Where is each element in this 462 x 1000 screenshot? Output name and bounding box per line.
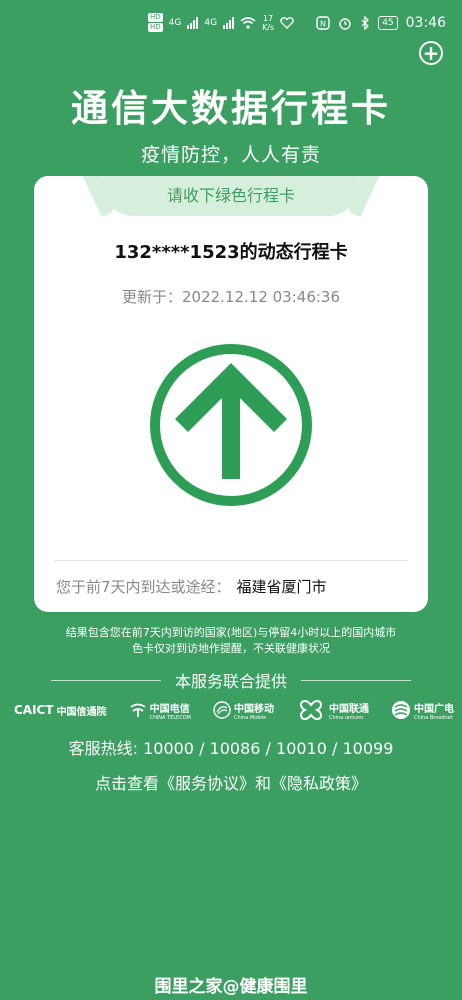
nfc-icon: N bbox=[316, 16, 330, 30]
svg-text:N: N bbox=[320, 20, 326, 29]
page-subtitle: 疫情防控，人人有责 bbox=[140, 144, 321, 166]
hd-icon: HD bbox=[148, 23, 163, 32]
bluetooth-icon bbox=[361, 16, 370, 30]
green-arrow-icon bbox=[150, 344, 312, 506]
divider bbox=[50, 679, 161, 681]
card-title: 132****1523的动态行程卡 bbox=[114, 242, 348, 263]
route-label: 您于前7天内到达或途经： bbox=[56, 578, 231, 596]
unicom-icon bbox=[299, 699, 322, 721]
china-telecom-logo: 中国电信 CHINA TELECOM bbox=[129, 700, 191, 721]
divider bbox=[54, 560, 408, 561]
plus-icon: + bbox=[422, 41, 440, 65]
china-mobile-logo: 中国移动 China Mobile bbox=[213, 700, 274, 721]
heart-icon bbox=[280, 16, 294, 29]
page-title: 通信大数据行程卡 bbox=[71, 87, 391, 130]
card-banner: 请收下绿色行程卡 bbox=[104, 176, 358, 216]
china-unicom-logo: 中国联通 China unicom bbox=[296, 699, 369, 721]
status-bar-left: HD HD 4G 4G 17 K/s bbox=[148, 13, 294, 32]
itinerary-card: 请收下绿色行程卡 132****1523的动态行程卡 更新于：2022.12.1… bbox=[34, 176, 428, 612]
update-time: 更新于：2022.12.12 03:46:36 bbox=[121, 288, 341, 306]
caict-logo: CAICT 中国信通院 bbox=[14, 703, 107, 718]
network-type: 4G bbox=[204, 17, 218, 28]
network-speed: 17 K/s bbox=[262, 13, 275, 32]
status-bar-right: N 45 03:46 bbox=[316, 15, 446, 31]
partner-logos: CAICT 中国信通院 中国电信 CHINA TELECOM 中国移动 China … bbox=[14, 696, 454, 724]
mobile-icon bbox=[213, 701, 231, 719]
status-bar: HD HD 4G 4G 17 K/s N 45 03:46 bbox=[0, 0, 462, 50]
customer-hotline: 客服热线: 10000 / 10086 / 10010 / 10099 bbox=[68, 739, 394, 758]
telecom-icon bbox=[130, 703, 146, 717]
agreement-link[interactable]: 点击查看《服务协议》和《隐私政策》 bbox=[0, 770, 462, 794]
disclaimer: 结果包含您在前7天内到访的国家(地区)与停留4小时以上的国内城市 色卡仅对到访地… bbox=[65, 626, 397, 655]
signal-icon bbox=[187, 16, 199, 29]
add-button[interactable]: + bbox=[419, 41, 443, 65]
route-city: 福建省厦门市 bbox=[236, 578, 327, 596]
service-heading: 本服务联合提供 bbox=[0, 669, 462, 691]
route-info: 您于前7天内到达或途经： 福建省厦门市 bbox=[56, 576, 327, 597]
divider bbox=[301, 679, 411, 681]
hd-indicator: HD HD bbox=[148, 13, 163, 32]
broadnet-icon bbox=[392, 701, 410, 719]
alarm-icon bbox=[339, 18, 351, 30]
watermark: 围里之家@健康围里 bbox=[154, 977, 308, 997]
signal-icon bbox=[223, 16, 235, 29]
network-type: 4G bbox=[168, 17, 182, 28]
battery-icon: 45 bbox=[378, 16, 398, 30]
wifi-icon bbox=[240, 16, 256, 29]
clock: 03:46 bbox=[405, 15, 446, 31]
hd-icon: HD bbox=[148, 13, 163, 22]
china-broadnet-logo: 中国广电 China Broadnet bbox=[391, 700, 454, 721]
